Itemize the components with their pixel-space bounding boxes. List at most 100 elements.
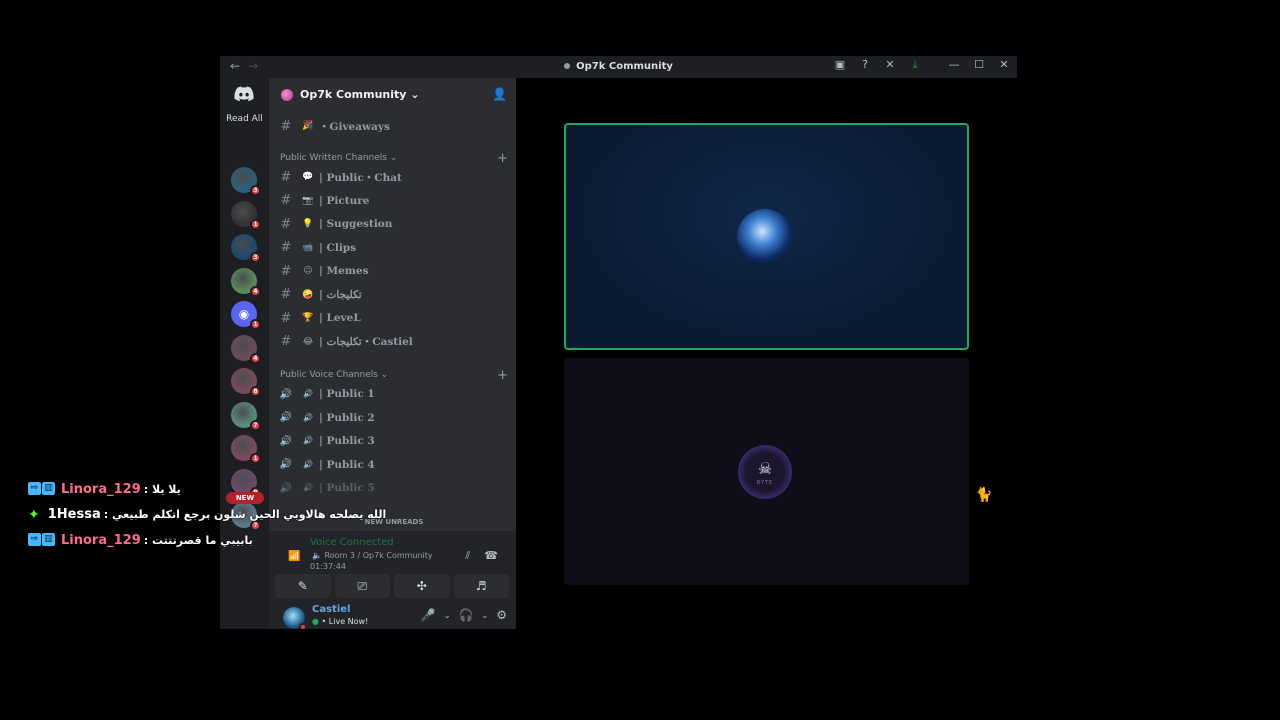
mention-badge: 1 [250,453,261,464]
mention-badge: 3 [250,185,261,196]
channel-item[interactable]: # 💡 | Suggestion [278,214,508,234]
voice-channel-item[interactable]: 🔊 🔊 | Public 3 [278,431,508,451]
chevron-down-icon[interactable]: ⌄ [482,611,489,620]
chat-text: يلا يلا : [143,482,181,496]
mention-badge: 4 [250,352,261,364]
video-tile-speaking[interactable] [564,123,969,350]
server-icon[interactable]: 3 [231,167,261,196]
channel-name: ・Giveaways [319,120,390,133]
video-tile[interactable]: ☠ BYTE [564,358,969,585]
channel-item[interactable]: # 🏆 | LeveL [278,308,508,328]
add-channel-icon[interactable]: + [497,368,508,383]
server-icon[interactable]: 4 [231,267,261,297]
channel-item[interactable]: # 😉 | Memes [278,261,508,281]
chevron-down-icon[interactable]: ⌄ [444,611,451,620]
help-icon[interactable]: ? [858,58,872,72]
read-all-button[interactable]: Read All [220,114,269,124]
participant-avatar [737,209,793,265]
inbox-icon[interactable]: ▣ [833,58,847,72]
camera-off-button[interactable]: ✎ [275,574,331,598]
download-icon[interactable]: ⤓ [908,58,922,72]
noise-suppression-icon[interactable]: ⫽ [465,549,470,563]
tools-icon[interactable]: ✕ [883,58,897,72]
channel-name: | Public 2 [319,411,375,424]
screen-share-button[interactable]: ⎚ [334,574,390,598]
voice-channel-item[interactable]: 🔊 🔊 | Public 4 [278,455,508,475]
chat-message: ⇨ ▥ Linora_129 يلا يلا : [28,480,181,498]
channel-item[interactable]: # 🤪 | تكليجات [278,285,508,305]
channel-giveaways[interactable]: # 🎉 ・Giveaways [278,116,508,136]
diamond-icon: ✦ [28,506,40,523]
channel-item[interactable]: # 📹 | Clips [278,238,508,258]
server-header[interactable]: Op7k Community ⌄ 👤 [269,78,516,112]
server-icon[interactable]: 1 [231,435,261,464]
category-public-written[interactable]: Public Written Channels ⌄ + [280,151,508,166]
chat-text: الله يصلحه هالاوبي الحين شلون برجع اتكلم… [103,508,387,521]
server-icon[interactable]: 7 [231,401,261,431]
speaker-icon: 🔊 [279,412,293,423]
minimize-icon[interactable]: — [947,58,961,72]
voice-channel-item[interactable]: 🔊 🔊 | Public 5 [278,478,508,498]
chevron-down-icon: ⌄ [410,88,420,101]
hash-icon: # [280,169,292,185]
server-icon[interactable]: 3 [231,234,261,263]
signal-icon[interactable]: 📶 [288,551,300,562]
mention-badge: 8 [250,386,261,397]
activities-button[interactable]: ✣ [394,574,450,598]
channel-emoji: 💡 [302,219,314,229]
mention-badge: 1 [250,319,261,330]
hash-icon: # [280,334,292,349]
voice-connected-panel: Voice Connected 📶 🔈 Room 3 / Op7k Commun… [269,531,516,629]
channel-item[interactable]: # 📷 | Picture [278,191,508,211]
headphones-icon[interactable]: 🎧 [459,608,474,622]
server-name[interactable]: Op7k Community ⌄ [300,88,420,101]
username: Castiel [312,604,351,615]
voice-stage: ☠ BYTE [516,78,1017,629]
channel-name: | Public 3 [319,435,375,447]
mention-badge: 4 [250,285,261,297]
voice-channel-path[interactable]: 🔈 Room 3 / Op7k Community [312,551,433,560]
speaker-icon: 🔊 [279,435,293,447]
hash-icon: # [280,310,292,326]
chat-username: Linora_129 [61,532,141,548]
window-title-text: Op7k Community [576,61,673,72]
channel-emoji: 📷 [302,195,314,206]
channel-name: | تكليجات・Castiel [319,336,413,348]
close-icon[interactable]: ✕ [997,58,1011,72]
server-icon[interactable]: 8 [231,368,261,397]
maximize-icon[interactable]: ☐ [972,58,986,72]
channel-emoji: 😉 [303,266,313,276]
channel-sidebar: Op7k Community ⌄ 👤 # 🎉 ・Giveaways Public… [269,78,516,629]
voice-timer: 01:37:44 [310,562,346,571]
soundboard-button[interactable]: ♬ [453,574,509,598]
server-icon[interactable]: 4 [231,334,261,364]
mention-badge: 7 [250,419,261,431]
channel-item[interactable]: # 💬 | Public・Chat [278,167,508,187]
chat-text: بابيبي ما قصرتتتت : [143,533,253,547]
channel-name: | Suggestion [319,218,393,230]
voice-channel-item[interactable]: 🔊 🔊 | Public 1 [278,384,508,404]
platform-badges-icon: ⇨ ▥ [28,533,56,547]
channel-item[interactable]: # 😂 | تكليجات・Castiel [278,332,508,352]
avatar[interactable] [283,607,307,629]
channel-name: | تكليجات [319,288,362,301]
microphone-icon[interactable]: 🎤 [421,608,436,622]
invite-people-icon[interactable]: 👤 [492,87,507,101]
gear-icon[interactable]: ⚙ [496,608,507,622]
discord-logo-icon[interactable] [234,86,254,102]
speaker-icon: 🔊 [279,459,293,470]
voice-channel-item[interactable]: 🔊 🔊 | Public 2 [278,408,508,428]
disconnect-icon[interactable]: ☎ [484,549,498,563]
server-icon[interactable]: 9 [231,468,261,498]
channel-emoji: 🎉 [302,121,314,131]
new-badge: NEW [226,492,264,504]
category-public-voice[interactable]: Public Voice Channels ⌄ + [280,368,508,383]
channel-name: | Public 4 [319,458,375,471]
server-icon [281,89,293,101]
speaker-emoji: 🔊 [303,459,313,469]
chat-username: Linora_129 [61,481,141,497]
server-icon[interactable]: ◉ 1 [231,301,261,330]
chat-message: ✦ 1Hessa الله يصلحه هالاوبي الحين شلون برج… [28,506,386,524]
add-channel-icon[interactable]: + [497,151,508,166]
server-icon[interactable]: 1 [231,200,261,230]
